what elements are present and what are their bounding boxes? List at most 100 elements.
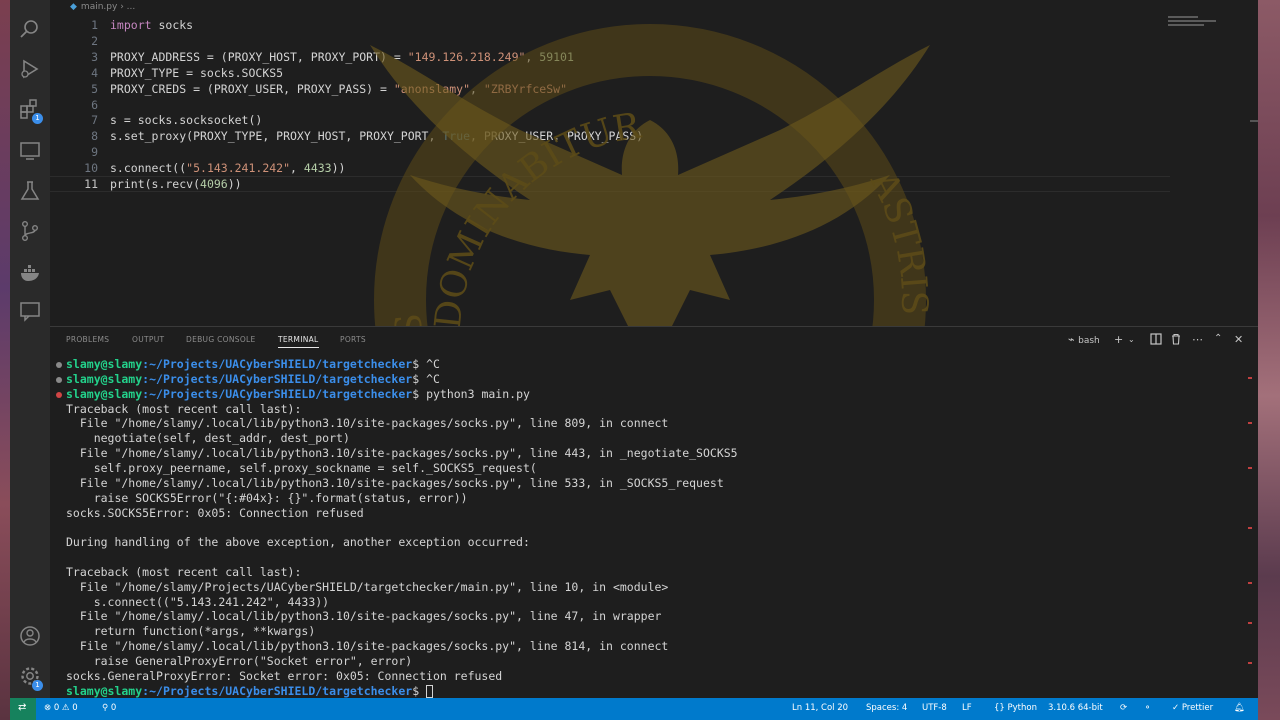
new-terminal-icon[interactable]: + bbox=[1114, 333, 1123, 346]
terminal-output-line: raise GeneralProxyError("Socket error", … bbox=[66, 654, 413, 668]
code-line[interactable]: 8 s.set_proxy(PROXY_TYPE, PROXY_HOST, PRO… bbox=[50, 128, 1210, 144]
prompt-symbol: $ bbox=[412, 357, 427, 371]
language-mode[interactable]: {} Python bbox=[994, 703, 1037, 713]
code-line[interactable]: 5 PROXY_CREDS = (PROXY_USER, PROXY_PASS) … bbox=[50, 81, 1210, 97]
terminal-shell-name: bash bbox=[1078, 336, 1100, 346]
minimap[interactable] bbox=[1168, 16, 1228, 36]
line-number: 6 bbox=[91, 97, 98, 112]
settings-badge: 1 bbox=[32, 680, 43, 691]
extensions-badge: 1 bbox=[32, 113, 43, 124]
tab-debug-console[interactable]: DEBUG CONSOLE bbox=[186, 335, 256, 344]
line-number: 11 bbox=[84, 177, 98, 191]
command-status-dot[interactable] bbox=[56, 362, 62, 368]
terminal-output-line: File "/home/slamy/.local/lib/python3.10/… bbox=[66, 416, 669, 431]
scrollbar-marker[interactable] bbox=[1250, 120, 1258, 122]
terminal-output-line: File "/home/slamy/.local/lib/python3.10/… bbox=[66, 609, 662, 624]
docker-whale-icon[interactable] bbox=[19, 262, 41, 284]
tab-terminal[interactable]: TERMINAL bbox=[278, 335, 319, 348]
source-control-icon[interactable] bbox=[19, 220, 41, 242]
code-line[interactable]: 1 import socks bbox=[50, 17, 1210, 33]
ports-counter[interactable]: ⚲ 0 bbox=[102, 703, 116, 713]
breadcrumb[interactable]: ◆ main.py › ... bbox=[70, 2, 135, 12]
problems-counter[interactable]: ⊗ 0 ⚠ 0 bbox=[44, 703, 78, 713]
line-number: 10 bbox=[84, 161, 98, 176]
terminal-output-line: File "/home/slamy/.local/lib/python3.10/… bbox=[66, 475, 724, 490]
python-file-icon: ◆ bbox=[70, 2, 77, 12]
terminal-output-line: raise SOCKS5Error("{:#04x}: {}".format(s… bbox=[66, 490, 468, 505]
code-text: PROXY_ADDRESS = (PROXY_HOST, PROXY_PORT)… bbox=[110, 49, 574, 64]
python-interpreter[interactable]: 3.10.6 64-bit bbox=[1048, 703, 1103, 713]
code-text: print(s.recv(4096)) bbox=[110, 177, 242, 191]
terminal-prompt-line: slamy@slamy:~/Projects/UACyberSHIELD/tar… bbox=[66, 387, 530, 402]
terminal-command: python3 main.py bbox=[426, 386, 530, 401]
chevron-down-icon[interactable]: ⌄ bbox=[1128, 335, 1135, 344]
code-line[interactable]: 10 s.connect(("5.143.241.242", 4433)) bbox=[50, 160, 1210, 176]
terminal-output-line: negotiate(self, dest_addr, dest_port) bbox=[66, 431, 350, 446]
terminal-shell-selector[interactable]: ⌁ bash bbox=[1068, 333, 1100, 346]
code-editor[interactable]: ◆ main.py › ... 1 import socks 2 3 PROXY_ADDR… bbox=[50, 0, 1258, 326]
command-status-dot[interactable] bbox=[56, 376, 62, 383]
terminal-icon: ⌁ bbox=[1068, 333, 1075, 346]
prompt-user: slamy@slamy bbox=[66, 683, 143, 698]
testing-flask-icon[interactable] bbox=[19, 180, 41, 202]
terminal-command: ^C bbox=[426, 357, 440, 371]
prompt-path: :~/Projects/UACyberSHIELD/targetchecker bbox=[142, 357, 413, 371]
encoding[interactable]: UTF-8 bbox=[922, 703, 947, 713]
terminal-output-line: During handling of the above exception, … bbox=[66, 535, 530, 550]
panel-actions: ⌁ bash + ⌄ ⋯ ⌃ ✕ bbox=[1068, 333, 1248, 349]
tab-output[interactable]: OUTPUT bbox=[132, 335, 164, 344]
breadcrumb-separator: › ... bbox=[120, 2, 136, 12]
remote-explorer-icon[interactable] bbox=[19, 140, 41, 162]
prompt-user: slamy@slamy bbox=[66, 386, 143, 401]
remote-indicator[interactable]: ⇄ bbox=[10, 698, 36, 720]
terminal-output-line: Traceback (most recent call last): bbox=[66, 401, 302, 416]
code-line[interactable]: 2 bbox=[50, 33, 1210, 49]
maximize-panel-icon[interactable]: ⌃ bbox=[1214, 333, 1222, 344]
vscode-window: 1 1 ◆ main.py › ... 1 import socks 2 3 PROXY_… bbox=[10, 0, 1258, 720]
line-number: 9 bbox=[91, 145, 98, 160]
split-terminal-icon[interactable] bbox=[1150, 333, 1162, 348]
code-text: PROXY_TYPE = socks.SOCKS5 bbox=[110, 65, 284, 80]
terminal-output-line: socks.SOCKS5Error: 0x05: Connection refu… bbox=[66, 505, 364, 520]
tab-problems[interactable]: PROBLEMS bbox=[66, 335, 109, 344]
notifications-bell-icon[interactable]: 🔔︎ bbox=[1234, 703, 1245, 713]
status-bar: ⇄ ⊗ 0 ⚠ 0 ⚲ 0 Ln 11, Col 20 Spaces: 4 UT… bbox=[10, 698, 1258, 720]
code-line[interactable]: 11 print(s.recv(4096)) bbox=[50, 176, 1210, 192]
prompt-symbol: $ bbox=[412, 683, 427, 698]
code-line[interactable]: 4 PROXY_TYPE = socks.SOCKS5 bbox=[50, 65, 1210, 81]
line-number: 4 bbox=[91, 65, 98, 80]
line-number: 5 bbox=[91, 81, 98, 96]
dots-icon[interactable]: ⚬ bbox=[1144, 703, 1151, 713]
cursor-position[interactable]: Ln 11, Col 20 bbox=[792, 703, 848, 713]
account-icon[interactable] bbox=[19, 625, 41, 647]
code-text: s.connect(("5.143.241.242", 4433)) bbox=[110, 161, 346, 176]
prompt-user: slamy@slamy bbox=[66, 357, 143, 371]
terminal-prompt-line: slamy@slamy:~/Projects/UACyberSHIELD/tar… bbox=[66, 357, 440, 372]
breadcrumb-file[interactable]: main.py bbox=[81, 2, 117, 12]
terminal-output-line: Traceback (most recent call last): bbox=[66, 564, 302, 579]
bottom-panel: PROBLEMS OUTPUT DEBUG CONSOLE TERMINAL P… bbox=[50, 326, 1258, 698]
sync-icon[interactable]: ⟳ bbox=[1120, 703, 1127, 713]
code-line[interactable]: 3 PROXY_ADDRESS = (PROXY_HOST, PROXY_PORT… bbox=[50, 49, 1210, 65]
formatter[interactable]: ✓ Prettier bbox=[1172, 703, 1213, 713]
overview-ruler bbox=[1246, 367, 1252, 667]
code-line[interactable]: 9 bbox=[50, 144, 1210, 160]
end-of-line[interactable]: LF bbox=[962, 703, 972, 713]
indentation[interactable]: Spaces: 4 bbox=[866, 703, 907, 713]
more-actions-icon[interactable]: ⋯ bbox=[1192, 333, 1203, 346]
command-status-dot[interactable] bbox=[56, 391, 62, 398]
code-line[interactable]: 6 bbox=[50, 97, 1210, 113]
prompt-path: :~/Projects/UACyberSHIELD/targetchecker bbox=[142, 371, 413, 386]
terminal-prompt-line: slamy@slamy:~/Projects/UACyberSHIELD/tar… bbox=[66, 372, 440, 387]
close-panel-icon[interactable]: ✕ bbox=[1234, 333, 1243, 346]
line-number: 8 bbox=[91, 129, 98, 144]
trash-icon[interactable] bbox=[1170, 333, 1182, 348]
run-debug-icon[interactable] bbox=[19, 58, 41, 80]
search-icon[interactable] bbox=[19, 18, 41, 40]
code-line[interactable]: 7 s = socks.socksocket() bbox=[50, 112, 1210, 128]
prompt-symbol: $ bbox=[412, 371, 427, 386]
comments-icon[interactable] bbox=[19, 300, 41, 322]
terminal-output-line: File "/home/slamy/.local/lib/python3.10/… bbox=[66, 639, 669, 654]
code-text: s = socks.socksocket() bbox=[110, 113, 263, 128]
tab-ports[interactable]: PORTS bbox=[340, 335, 366, 344]
